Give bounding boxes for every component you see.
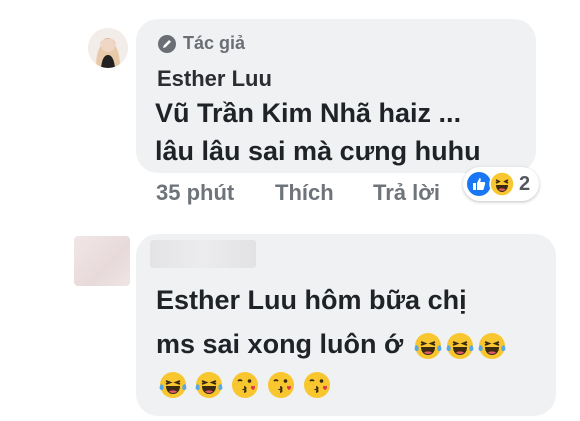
pencil-icon (158, 34, 176, 53)
reaction-count: 2 (519, 172, 531, 195)
comment-text: Vũ Trần Kim Nhã haiz ... lâu lâu sai mà c… (155, 94, 525, 170)
reply-button[interactable]: Trả lời (373, 180, 440, 206)
commenter-name-blurred[interactable] (150, 240, 256, 268)
crying-laughing-emoji (194, 370, 224, 400)
commenter-name[interactable]: Esther Luu (157, 66, 272, 92)
kiss-emoji (266, 370, 296, 400)
comment-timestamp[interactable]: 35 phút (156, 180, 234, 206)
crying-laughing-emoji (158, 370, 188, 400)
commenter-avatar-blurred[interactable] (74, 236, 130, 286)
comment-text-line2: ms sai xong luôn ớ (156, 329, 404, 359)
comment-text-part: haiz ... (371, 98, 462, 128)
comment-text-part: hôm bữa chị (297, 285, 467, 315)
emoji-row (156, 370, 332, 400)
comment-text: Esther Luu hôm bữa chị ms sai xong luôn … (156, 278, 536, 366)
kiss-emoji (230, 370, 260, 400)
mention-link[interactable]: Esther Luu (156, 285, 297, 315)
comment-text-line2: lâu lâu sai mà cưng huhu (155, 136, 481, 166)
author-avatar[interactable] (88, 28, 128, 68)
crying-laughing-emoji (413, 331, 443, 361)
author-badge-label: Tác giả (183, 33, 246, 53)
author-badge: Tác giả (157, 33, 245, 54)
like-button[interactable]: Thích (275, 180, 334, 206)
crying-laughing-emoji (445, 331, 475, 361)
kiss-emoji (302, 370, 332, 400)
emoji-group (411, 329, 507, 359)
mention-link[interactable]: Vũ Trần Kim Nhã (155, 98, 371, 128)
haha-icon (489, 171, 515, 197)
crying-laughing-emoji (477, 331, 507, 361)
reaction-summary[interactable]: 2 (463, 167, 539, 201)
